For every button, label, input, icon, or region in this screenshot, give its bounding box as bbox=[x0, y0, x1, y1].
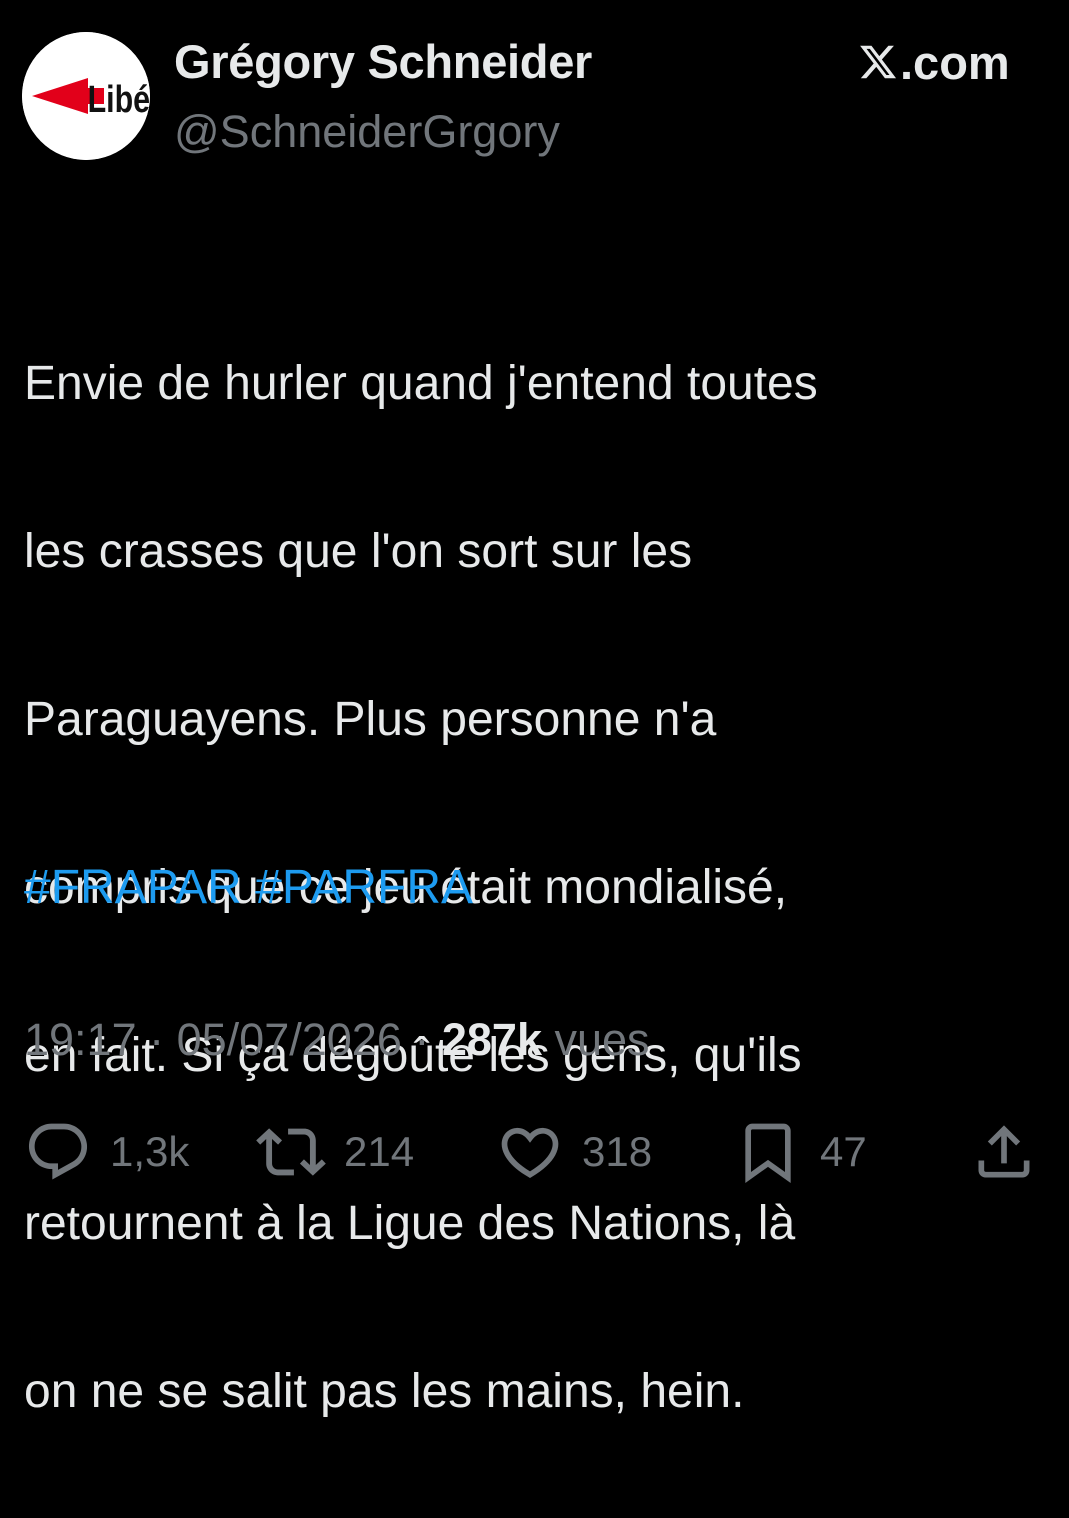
bookmark-button[interactable]: 47 bbox=[734, 1118, 867, 1186]
tweet-text-line: Paraguayens. Plus personne n'a bbox=[24, 693, 717, 746]
action-bar: 1,3k 214 318 47 bbox=[0, 1118, 1069, 1186]
tweet-date[interactable]: 05/07/2026 bbox=[177, 1014, 402, 1065]
x-logo-icon bbox=[858, 42, 898, 82]
views-count: 287k bbox=[441, 1014, 542, 1065]
tweet-time[interactable]: 19:17 bbox=[24, 1014, 137, 1065]
hashtag-link[interactable]: #FRAPAR bbox=[24, 861, 242, 914]
avatar[interactable]: Libé bbox=[22, 32, 150, 160]
bookmark-icon bbox=[745, 1123, 791, 1183]
hashtags: #FRAPAR #PARFRA bbox=[24, 846, 473, 930]
tweet-text-line: Envie de hurler quand j'entend toutes bbox=[24, 357, 818, 410]
like-button[interactable]: 318 bbox=[496, 1118, 652, 1186]
handle[interactable]: @SchneiderGrgory bbox=[174, 106, 560, 158]
views-label: vues bbox=[541, 1014, 650, 1065]
bookmark-count: 47 bbox=[820, 1128, 867, 1175]
reply-button[interactable]: 1,3k bbox=[24, 1118, 189, 1186]
source-label: .com bbox=[858, 34, 1010, 90]
reply-count: 1,3k bbox=[110, 1128, 190, 1175]
repost-count: 214 bbox=[344, 1128, 415, 1175]
svg-text:Libé: Libé bbox=[88, 79, 150, 121]
liberation-logo-icon: Libé bbox=[22, 32, 150, 160]
like-count: 318 bbox=[582, 1128, 653, 1175]
heart-icon bbox=[501, 1127, 559, 1178]
share-button[interactable] bbox=[970, 1118, 1038, 1186]
repost-icon bbox=[256, 1128, 326, 1176]
meta-separator: · bbox=[401, 1014, 442, 1065]
tweet-text-line: les crasses que l'on sort sur les bbox=[24, 525, 693, 578]
share-icon bbox=[978, 1125, 1030, 1178]
tweet-text-line: on ne se salit pas les mains, hein. bbox=[24, 1365, 745, 1418]
meta-separator: · bbox=[136, 1014, 177, 1065]
tweet-text-line: retournent à la Ligue des Nations, là bbox=[24, 1197, 796, 1250]
reply-icon bbox=[28, 1123, 88, 1180]
source-label-text: .com bbox=[900, 35, 1010, 89]
tweet-meta: 19:17 · 05/07/2026 · 287k vues bbox=[24, 1008, 650, 1072]
display-name[interactable]: Grégory Schneider bbox=[174, 34, 592, 89]
hashtag-link[interactable]: #PARFRA bbox=[255, 861, 473, 914]
repost-button[interactable]: 214 bbox=[256, 1118, 414, 1186]
